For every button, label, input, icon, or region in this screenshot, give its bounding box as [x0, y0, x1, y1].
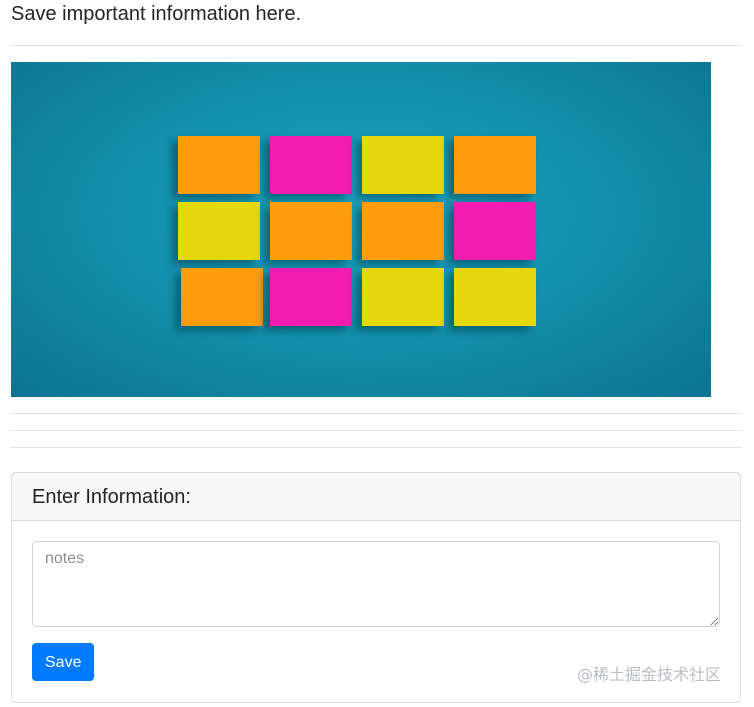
divider — [10, 430, 742, 431]
notes-textarea[interactable] — [32, 541, 720, 627]
sticky-notes-image — [11, 62, 711, 397]
sticky-note-yellow — [362, 268, 444, 326]
sticky-note-orange — [454, 136, 536, 194]
sticky-note-magenta — [270, 268, 352, 326]
page: Save important information here. Enter I… — [0, 0, 754, 707]
sticky-notes-illustration — [178, 136, 536, 326]
information-card: Enter Information: Save @稀土掘金技术社区 — [11, 472, 741, 703]
page-headline: Save important information here. — [11, 3, 302, 25]
card-title: Enter Information: — [12, 473, 740, 521]
sticky-note-yellow — [362, 136, 444, 194]
sticky-note-yellow — [454, 268, 536, 326]
watermark: @稀土掘金技术社区 — [576, 665, 721, 684]
sticky-note-magenta — [454, 202, 536, 260]
save-button[interactable]: Save — [32, 643, 95, 681]
sticky-note-orange — [181, 268, 263, 326]
sticky-note-orange — [362, 202, 444, 260]
divider — [10, 413, 742, 414]
sticky-note-magenta — [270, 136, 352, 194]
divider — [10, 447, 742, 448]
sticky-note-orange — [178, 136, 260, 194]
sticky-note-yellow — [178, 202, 260, 260]
sticky-note-orange — [270, 202, 352, 260]
divider — [10, 45, 742, 46]
